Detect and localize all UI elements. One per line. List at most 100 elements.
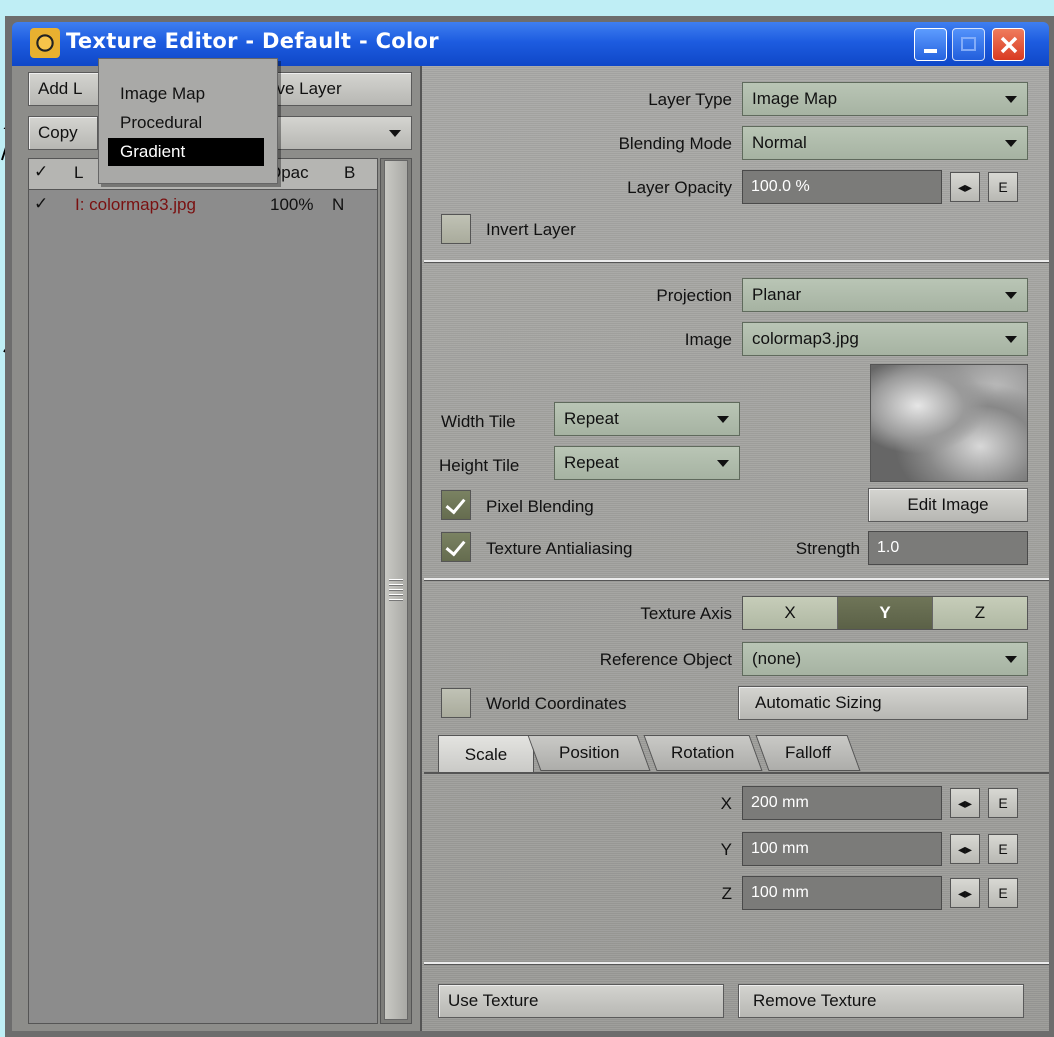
chevron-down-icon (1005, 292, 1017, 299)
chevron-down-icon (1005, 140, 1017, 147)
chevron-down-icon (717, 460, 729, 467)
envelope-e-button[interactable]: E (988, 878, 1018, 908)
pixel-blending-label: Pixel Blending (486, 497, 594, 516)
edit-image-button[interactable]: Edit Image (868, 488, 1028, 522)
texture-axis-label: Texture Axis (640, 604, 732, 623)
reference-object-select[interactable]: (none) (742, 642, 1028, 676)
scale-z-field[interactable]: 100 mm (742, 876, 942, 910)
copy-button[interactable]: Copy (28, 116, 98, 150)
menu-item-image-map[interactable]: Image Map (120, 84, 205, 104)
drag-arrows-icon[interactable]: ◂▸ (950, 172, 980, 202)
envelope-e-button[interactable]: E (988, 172, 1018, 202)
invert-layer-checkbox[interactable] (441, 214, 471, 244)
scale-z-label: Z (721, 884, 732, 903)
width-tile-value: Repeat (564, 409, 619, 428)
axis-z-button[interactable]: Z (933, 597, 1027, 629)
drag-arrows-icon[interactable]: ◂▸ (950, 788, 980, 818)
tab-rotation[interactable]: Rotation (643, 735, 763, 771)
scale-y-label: Y (720, 840, 732, 859)
scale-y-field[interactable]: 100 mm (742, 832, 942, 866)
layer-opacity: 100% (270, 195, 314, 214)
strength-label: Strength (795, 539, 860, 558)
close-button[interactable] (992, 28, 1025, 61)
section-divider (424, 962, 1049, 965)
texture-axis-selector: X Y Z (742, 596, 1028, 630)
scrollbar-thumb[interactable] (384, 160, 408, 1020)
blending-mode-value: Normal (752, 133, 807, 152)
tab-position[interactable]: Position (527, 735, 651, 771)
pixel-blending-checkbox[interactable] (441, 490, 471, 520)
reference-object-value: (none) (752, 649, 802, 668)
layer-type-value: Image Map (752, 89, 838, 108)
automatic-sizing-button[interactable]: Automatic Sizing (738, 686, 1028, 720)
header-check: ✓ (34, 162, 49, 181)
copy-select[interactable]: e (258, 116, 412, 150)
app-icon (30, 28, 60, 58)
height-tile-select[interactable]: Repeat (554, 446, 740, 480)
maximize-button[interactable] (952, 28, 985, 61)
maximize-icon (961, 37, 976, 51)
tab-position-label: Position (558, 743, 620, 762)
layer-name: I: colormap3.jpg (75, 195, 196, 214)
minimize-icon (924, 49, 937, 53)
projection-value: Planar (752, 285, 802, 304)
chevron-down-icon (717, 416, 729, 423)
layer-opacity-field[interactable]: 100.0 % (742, 170, 942, 204)
layer-enabled-check[interactable]: ✓ (34, 194, 48, 214)
header-blend[interactable]: B (344, 163, 355, 183)
layer-row[interactable]: ✓ I: colormap3.jpg 100% N (29, 192, 377, 222)
chevron-down-icon (1005, 656, 1017, 663)
width-tile-label: Width Tile (441, 412, 516, 431)
blending-mode-label: Blending Mode (618, 134, 732, 153)
axis-x-button[interactable]: X (743, 597, 838, 629)
height-tile-label: Height Tile (439, 456, 520, 475)
image-select[interactable]: colormap3.jpg (742, 322, 1028, 356)
grip-icon (389, 579, 403, 603)
window-title: Texture Editor - Default - Color (66, 29, 439, 53)
scale-x-label: X (720, 794, 732, 813)
header-layer[interactable]: L (74, 163, 83, 183)
layer-type-select[interactable]: Image Map (742, 82, 1028, 116)
chevron-down-icon (1005, 96, 1017, 103)
layer-list (28, 158, 378, 1024)
image-label: Image (684, 330, 732, 349)
tab-scale[interactable]: Scale (438, 735, 534, 773)
axis-y-button[interactable]: Y (838, 597, 933, 629)
layer-opacity-label: Layer Opacity (627, 178, 732, 197)
projection-label: Projection (656, 286, 732, 305)
menu-item-procedural[interactable]: Procedural (120, 113, 202, 133)
chevron-down-icon (1005, 336, 1017, 343)
section-divider (424, 578, 1049, 581)
layer-type-label: Layer Type (648, 90, 732, 109)
drag-arrows-icon[interactable]: ◂▸ (950, 834, 980, 864)
texture-antialiasing-checkbox[interactable] (441, 532, 471, 562)
tab-falloff-label: Falloff (785, 743, 831, 762)
strength-field[interactable]: 1.0 (868, 531, 1028, 565)
section-divider (424, 260, 1049, 263)
menu-item-gradient[interactable]: Gradient (108, 138, 264, 166)
chevron-down-icon (389, 130, 401, 137)
world-coordinates-checkbox[interactable] (441, 688, 471, 718)
image-value: colormap3.jpg (752, 329, 859, 348)
texture-antialiasing-label: Texture Antialiasing (486, 539, 633, 558)
tab-rotation-label: Rotation (671, 743, 735, 762)
layer-blend: N (332, 195, 345, 214)
minimize-button[interactable] (914, 28, 947, 61)
envelope-e-button[interactable]: E (988, 834, 1018, 864)
remove-texture-button[interactable]: Remove Texture (738, 984, 1024, 1018)
use-texture-button[interactable]: Use Texture (438, 984, 724, 1018)
width-tile-select[interactable]: Repeat (554, 402, 740, 436)
image-thumbnail (870, 364, 1028, 482)
blending-mode-select[interactable]: Normal (742, 126, 1028, 160)
close-icon (1000, 36, 1018, 54)
invert-layer-label: Invert Layer (486, 220, 576, 239)
tab-underline (424, 772, 1049, 774)
scale-x-field[interactable]: 200 mm (742, 786, 942, 820)
reference-object-label: Reference Object (599, 650, 732, 669)
world-coordinates-label: World Coordinates (486, 694, 627, 713)
tab-falloff[interactable]: Falloff (755, 735, 861, 771)
projection-select[interactable]: Planar (742, 278, 1028, 312)
height-tile-value: Repeat (564, 453, 619, 472)
drag-arrows-icon[interactable]: ◂▸ (950, 878, 980, 908)
envelope-e-button[interactable]: E (988, 788, 1018, 818)
